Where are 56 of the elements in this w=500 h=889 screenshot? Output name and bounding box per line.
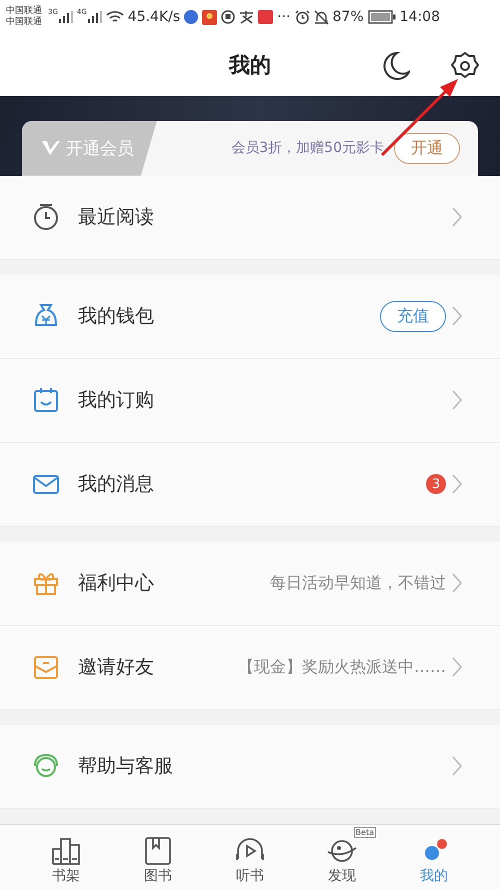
vip-promo: 会员3折，加赠50元影卡 [230,139,384,158]
menu-row[interactable]: 我的订购 [0,358,500,443]
battery-icon [368,10,396,24]
menu-row[interactable]: 我的钱包 充值 [0,274,500,359]
app-icon [184,10,198,24]
carrier-name: 中国联通 [6,6,42,16]
menu-label: 我的消息 [78,472,154,498]
signal-icon [58,11,73,24]
menu-hint: 每日活动早知道，不错过 [270,572,446,594]
nav-tab[interactable]: 听书 [216,826,284,887]
carrier-name: 中国联通 [6,17,42,28]
menu-row[interactable]: 最近阅读 [0,176,500,260]
chevron-right-icon [452,306,462,326]
clock-time: 14:08 [400,9,440,26]
app-icon [258,10,274,24]
menu-label: 最近阅读 [78,205,154,230]
menu-row[interactable]: 帮助与客服 [0,724,500,809]
app-icon [239,10,254,24]
chevron-right-icon [452,474,462,494]
bell-off-icon [314,10,329,25]
v-logo-icon [42,140,60,156]
nav-tab[interactable]: 图书 [124,826,192,887]
menu-label: 帮助与客服 [78,754,173,780]
moon-icon[interactable] [382,50,410,81]
app-icon [202,10,218,25]
menu-label: 我的钱包 [78,304,154,330]
page-title: 我的 [229,52,271,80]
chevron-right-icon [452,390,462,410]
menu-label: 邀请好友 [78,655,154,680]
unread-count-badge: 3 [426,474,446,494]
settings-icon[interactable] [450,50,480,81]
menu-row[interactable]: 我的消息 3 [0,442,500,527]
network-speed: 45.4K/s [128,9,180,26]
battery-percent: 87% [332,9,364,26]
beta-tag: Beta [354,826,376,838]
menu-row[interactable]: 邀请好友 【现金】奖励火热派送中…… [0,626,500,710]
menu-hint: 【现金】奖励火热派送中…… [238,656,446,678]
app-icon [221,10,236,24]
chevron-right-icon [452,573,462,594]
envelope-card-icon [32,653,60,682]
alarm-icon [294,10,310,25]
wifi-icon [106,10,124,24]
menu-label: 我的订购 [78,388,154,414]
menu-row[interactable]: 福利中心 每日活动早知道，不错过 [0,542,500,626]
signal-icon [88,11,102,24]
nav-tab[interactable]: 书架 [32,826,100,887]
vip-label: 开通会员 [66,138,134,160]
nav-tab[interactable]: Beta 发现 [308,826,376,887]
more-notifications: ··· [277,9,291,26]
chevron-right-icon [452,756,462,776]
calendar-face-icon [32,386,60,414]
chevron-right-icon [452,657,462,678]
menu-label: 福利中心 [78,571,154,596]
chevron-right-icon [452,207,462,228]
clock-icon [32,203,60,232]
book-icon [142,834,174,867]
